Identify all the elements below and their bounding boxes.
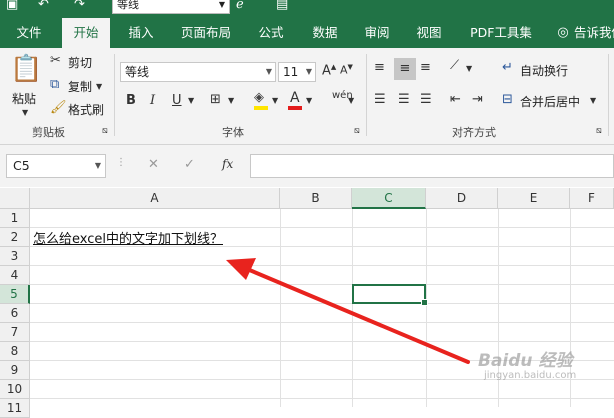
watermark-url: jingyan.baidu.com	[484, 370, 577, 381]
arrow-shaft	[238, 264, 470, 364]
watermark-brand: Baidu 经验	[478, 351, 573, 371]
